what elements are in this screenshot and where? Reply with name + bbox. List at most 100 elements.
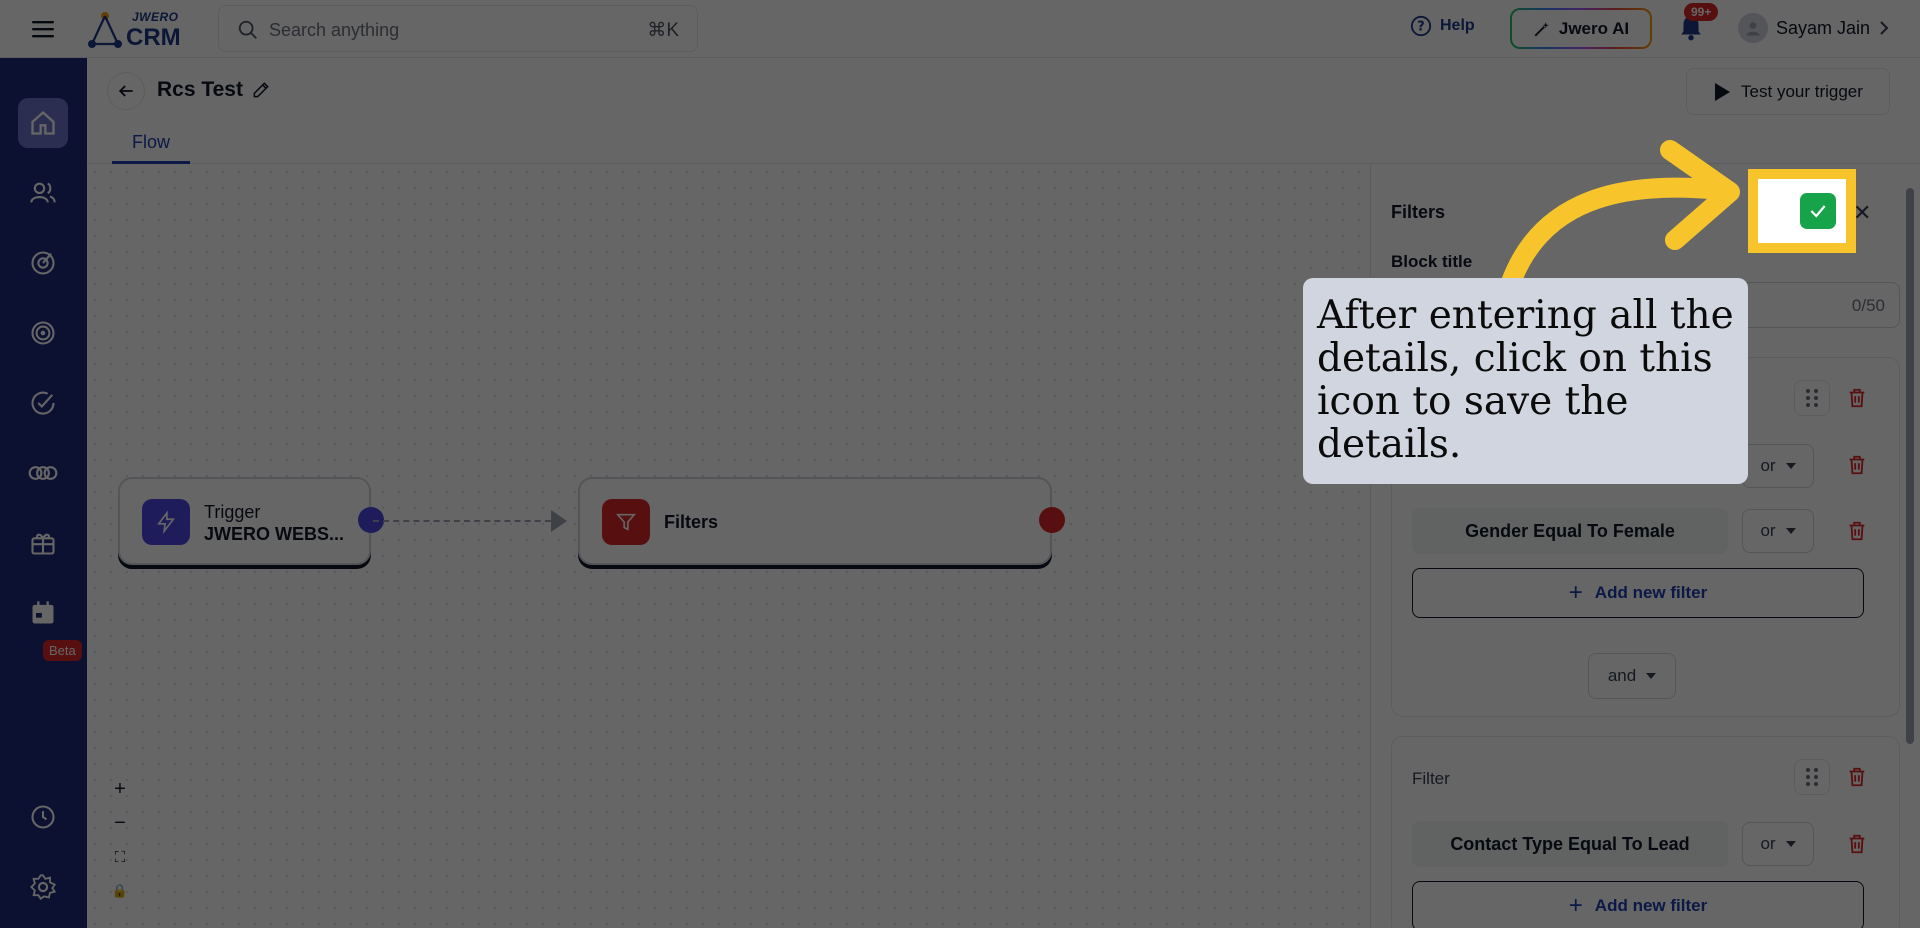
trash-icon[interactable] (1846, 519, 1868, 543)
filter-card-label: Filter (1412, 769, 1450, 788)
flow-canvas[interactable]: Trigger JWERO WEBS... Filters + − ⛶ 🔒 (87, 164, 1370, 928)
caret-down-icon (1785, 528, 1796, 534)
block-title-label: Block title (1391, 252, 1473, 271)
trigger-node-title: Trigger (204, 502, 261, 522)
sidebar-item-history[interactable] (18, 792, 68, 842)
test-trigger-button[interactable]: Test your trigger (1686, 68, 1890, 115)
guide-arrow-icon (1500, 140, 1740, 290)
home-icon (31, 110, 55, 135)
zoom-controls: + − ⛶ 🔒 (107, 772, 133, 908)
avatar (1738, 13, 1768, 43)
app-logo[interactable]: JWERO CRM (86, 6, 186, 51)
user-menu[interactable]: Sayam Jain (1738, 13, 1890, 43)
operator-value: or (1760, 834, 1776, 853)
edit-pencil-icon[interactable] (251, 80, 271, 100)
search-icon (238, 20, 257, 39)
sidebar-item-home[interactable] (18, 98, 68, 148)
operator-select[interactable]: or (1742, 444, 1814, 488)
jwero-ai-button[interactable]: Jwero AI (1510, 8, 1652, 49)
save-highlight-box[interactable] (1748, 169, 1856, 253)
drag-handle-icon[interactable] (1794, 380, 1830, 416)
sidebar-item-campaigns[interactable] (18, 238, 68, 288)
svg-text:?: ? (1417, 20, 1424, 35)
search-placeholder: Search anything (269, 20, 400, 40)
save-button-highlighted[interactable] (1800, 193, 1836, 229)
chevron-right-icon (1880, 21, 1889, 35)
history-icon (31, 805, 55, 829)
flow-title-text: Rcs Test (157, 78, 243, 101)
top-bar: JWERO CRM Search anything ⌘K ? Help Jwer… (0, 0, 1920, 58)
filter-condition[interactable]: Gender Equal To Female (1412, 508, 1728, 554)
char-counter: 0/50 (1851, 296, 1885, 315)
sidebar-item-rewards[interactable] (18, 518, 68, 568)
tutorial-tooltip: After entering all the details, click on… (1303, 278, 1748, 484)
help-button[interactable]: ? Help (1410, 15, 1475, 37)
target-icon (31, 321, 55, 345)
edge-arrow-icon (551, 510, 567, 532)
sidebar-item-integrations[interactable] (18, 448, 68, 498)
beta-badge: Beta (43, 640, 82, 661)
panel-scrollbar[interactable] (1906, 188, 1914, 744)
join-operator-value: and (1607, 666, 1637, 685)
trash-icon[interactable] (1846, 453, 1868, 477)
operator-value: or (1760, 521, 1776, 540)
join-operator-select[interactable]: and (1588, 653, 1676, 699)
menu-icon[interactable] (22, 15, 64, 43)
flow-edge (373, 520, 561, 522)
page-title: Rcs Test (157, 78, 271, 102)
arrow-left-icon (118, 85, 133, 97)
add-filter-label: Add new filter (1594, 583, 1708, 602)
contacts-icon (30, 182, 56, 203)
zoom-in-button[interactable]: + (107, 772, 133, 806)
check-icon (1810, 205, 1826, 218)
user-name: Sayam Jain (1776, 17, 1871, 38)
lightning-icon (142, 499, 190, 545)
campaign-icon (31, 251, 55, 275)
help-icon: ? (1410, 15, 1432, 37)
tasks-icon (31, 391, 55, 415)
zoom-out-button[interactable]: − (107, 806, 133, 840)
back-button[interactable] (107, 72, 145, 110)
plus-icon: + (1568, 579, 1583, 606)
fit-view-button[interactable]: ⛶ (107, 840, 133, 874)
calendar-icon (32, 601, 54, 624)
sidebar: Beta (0, 58, 87, 928)
filter-group-card: Filter Contact Type Equal To Lead or + A… (1391, 736, 1900, 928)
notification-badge: 99+ (1684, 3, 1719, 21)
add-filter-button[interactable]: + Add new filter (1412, 568, 1864, 618)
trigger-node[interactable]: Trigger JWERO WEBS... (118, 477, 371, 565)
trash-icon[interactable] (1846, 386, 1868, 410)
help-label: Help (1440, 17, 1475, 34)
sidebar-item-settings[interactable] (18, 862, 68, 912)
jwero-ai-label: Jwero AI (1558, 18, 1630, 38)
logo-small-text: JWERO (132, 10, 179, 24)
trash-icon[interactable] (1846, 832, 1868, 856)
sidebar-item-tasks[interactable] (18, 378, 68, 428)
sidebar-item-contacts[interactable] (18, 168, 68, 218)
operator-value: or (1760, 456, 1776, 475)
gift-icon (31, 533, 55, 555)
sidebar-item-calendar[interactable] (18, 588, 68, 638)
panel-title: Filters (1391, 202, 1446, 222)
test-trigger-label: Test your trigger (1741, 81, 1863, 101)
operator-select[interactable]: or (1742, 509, 1814, 553)
filter-condition[interactable]: Contact Type Equal To Lead (1412, 821, 1728, 867)
search-shortcut: ⌘K (647, 20, 679, 41)
play-icon (1715, 82, 1731, 101)
operator-select[interactable]: or (1742, 822, 1814, 866)
settings-icon (30, 874, 57, 900)
filter-node[interactable]: Filters (578, 477, 1052, 565)
caret-down-icon (1646, 673, 1657, 679)
drag-handle-icon[interactable] (1794, 759, 1830, 795)
funnel-icon (602, 499, 650, 545)
filter-output-port[interactable] (1039, 507, 1065, 533)
plus-icon: + (1568, 892, 1583, 919)
add-filter-button[interactable]: + Add new filter (1412, 881, 1864, 928)
trash-icon[interactable] (1846, 765, 1868, 789)
tab-flow[interactable]: Flow (112, 126, 190, 164)
search-input[interactable]: Search anything ⌘K (218, 5, 698, 52)
sidebar-item-goals[interactable] (18, 308, 68, 358)
caret-down-icon (1785, 841, 1796, 847)
lock-button[interactable]: 🔒 (107, 874, 133, 908)
integrations-icon (28, 466, 58, 480)
